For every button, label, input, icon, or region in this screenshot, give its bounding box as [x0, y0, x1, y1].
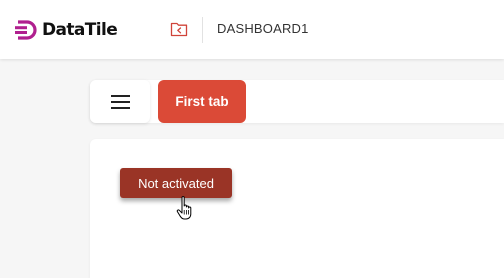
- hand-pointer-icon: [176, 196, 192, 220]
- datatile-logo[interactable]: DataTile: [15, 20, 118, 40]
- header-divider: [202, 17, 203, 43]
- hamburger-menu-icon: [110, 94, 130, 109]
- tab-first[interactable]: First tab: [158, 80, 246, 123]
- breadcrumb-dashboard[interactable]: DASHBOARD1: [217, 21, 309, 36]
- tab-strip: [90, 80, 504, 123]
- logo-text: DataTile: [42, 20, 118, 40]
- datatile-logo-icon: [15, 20, 37, 40]
- not-activated-button[interactable]: Not activated: [120, 168, 232, 198]
- content-panel: [90, 139, 504, 278]
- top-bar: DataTile DASHBOARD1: [0, 0, 504, 59]
- folder-back-icon[interactable]: [170, 21, 188, 37]
- menu-button[interactable]: [90, 80, 150, 123]
